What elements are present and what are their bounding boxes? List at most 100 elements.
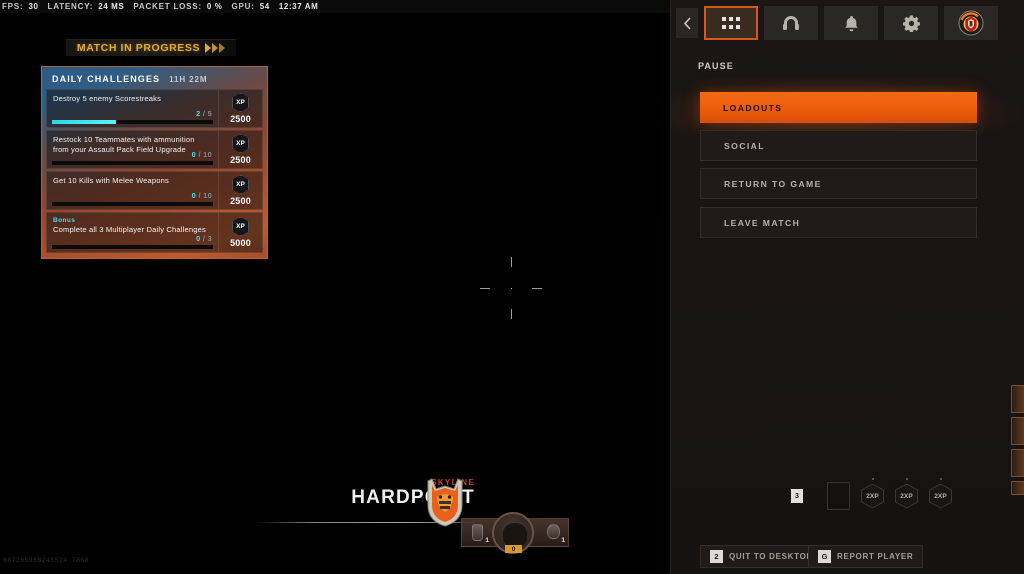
menu-item-return-to-game[interactable]: RETURN TO GAME: [700, 168, 977, 199]
empty-card-slot[interactable]: [827, 482, 850, 510]
challenge-body: Get 10 Kills with Melee Weapons 0 / 10: [47, 172, 218, 209]
token-label: 2XP: [934, 492, 947, 500]
challenge-description: Get 10 Kills with Melee Weapons: [53, 176, 169, 185]
xp-token-badge[interactable]: 2XP: [895, 477, 918, 509]
challenge-progress-count: 0 / 10: [192, 150, 212, 159]
grid-menu-icon: [722, 16, 740, 29]
nav-tab-notifications[interactable]: [824, 6, 878, 40]
back-button[interactable]: [676, 8, 698, 38]
lethal-count: 1: [561, 536, 565, 544]
tactical-equipment-slot: 1: [469, 523, 489, 544]
chevron-right-icon: [212, 43, 219, 53]
key-hint-label: G: [821, 552, 828, 561]
headset-icon: [783, 16, 799, 30]
match-in-progress-banner: MATCH IN PROGRESS: [66, 39, 236, 56]
challenge-progress-bar: [52, 245, 213, 249]
challenge-progress-current: 0: [191, 191, 197, 200]
challenge-progress-fill: [52, 120, 117, 124]
nav-tab-voice-chat[interactable]: [764, 6, 818, 40]
primary-equipment-icon: [503, 523, 527, 547]
pause-menu-panel: PAUSE LOADOUTS SOCIAL RETURN TO GAME LEA…: [670, 0, 1024, 574]
nav-tab-grid-menu[interactable]: [704, 6, 758, 40]
challenge-progress-separator: /: [202, 109, 206, 118]
edge-tab-handle[interactable]: [1011, 481, 1024, 495]
challenge-progress-separator: /: [198, 191, 201, 200]
challenge-progress-current: 2: [196, 109, 201, 118]
report-player-label: REPORT PLAYER: [837, 552, 914, 561]
challenge-progress-goal: 5: [207, 109, 212, 118]
daily-challenges-header: DAILY CHALLENGES 11H 22M: [46, 70, 263, 89]
crosshair-center-dot: [511, 288, 512, 289]
team-emblem-icon: [427, 478, 463, 527]
token-label: 2XP: [866, 492, 879, 500]
ammo-count-value: 0: [511, 545, 516, 553]
challenge-body: Restock 10 Teammates with ammunition fro…: [47, 131, 218, 168]
xp-badge-label: XP: [236, 223, 245, 230]
daily-challenges-title: DAILY CHALLENGES: [52, 74, 161, 84]
xp-badge-icon: XP: [232, 217, 249, 236]
nav-tab-clan-emblem[interactable]: [944, 6, 998, 40]
pause-section-label: PAUSE: [698, 61, 734, 71]
challenge-xp-value: 2500: [230, 114, 251, 124]
token-stack-count: 3: [795, 492, 799, 500]
chevron-right-icon: [219, 43, 226, 53]
menu-item-leave-match[interactable]: LEAVE MATCH: [700, 207, 977, 238]
edge-tab-handle[interactable]: [1011, 385, 1024, 413]
gear-icon: [902, 14, 920, 32]
xp-token-row: 3 2XP 2XP 2XP: [791, 477, 1011, 512]
menu-item-label: LEAVE MATCH: [724, 217, 801, 228]
tactical-grenade-icon: [471, 523, 483, 541]
key-hint-label: 2: [714, 552, 719, 561]
xp-badge-label: XP: [236, 140, 245, 147]
perf-stat-fps: FPS: 30: [2, 2, 39, 11]
perf-value-packet-loss: 0 %: [206, 2, 223, 11]
system-clock: 12:37 AM: [278, 2, 319, 11]
challenge-progress-separator: /: [198, 150, 201, 159]
challenge-row-bonus: Bonus Complete all 3 Multiplayer Daily C…: [46, 212, 263, 253]
bell-icon: [844, 15, 858, 31]
challenge-progress-goal: 10: [203, 191, 212, 200]
chevron-right-icon-group: [205, 43, 226, 53]
challenge-row: Restock 10 Teammates with ammunition fro…: [46, 130, 263, 169]
perf-stat-latency: LATENCY: 24 MS: [48, 2, 125, 11]
challenge-progress-count: 0 / 3: [196, 234, 212, 243]
menu-item-label: RETURN TO GAME: [724, 178, 822, 189]
lethal-equipment-slot: 1: [545, 523, 565, 544]
quit-to-desktop-label: QUIT TO DESKTOP: [729, 552, 813, 561]
perf-label-latency: LATENCY:: [47, 2, 94, 11]
quit-to-desktop-button[interactable]: 2 QUIT TO DESKTOP: [700, 545, 823, 568]
challenge-progress-count: 0 / 10: [192, 191, 212, 200]
xp-token-badge[interactable]: 2XP: [929, 477, 952, 509]
edge-tab-handle[interactable]: [1011, 417, 1024, 445]
xp-token-badge[interactable]: 2XP: [861, 477, 884, 509]
crosshair-left-tick: [480, 288, 490, 289]
report-player-button[interactable]: G REPORT PLAYER: [808, 545, 924, 568]
challenge-description: Complete all 3 Multiplayer Daily Challen…: [53, 225, 206, 234]
crosshair-bottom-tick: [511, 309, 512, 319]
nav-tab-settings[interactable]: [884, 6, 938, 40]
tactical-count: 1: [485, 536, 489, 544]
crosshair-top-tick: [511, 257, 512, 267]
xp-badge-icon: XP: [232, 93, 249, 112]
challenge-progress-bar: [52, 120, 213, 124]
crosshair-right-tick: [532, 288, 542, 289]
token-indicator-dot: [939, 477, 942, 480]
token-indicator-dot: [905, 477, 908, 480]
menu-item-social[interactable]: SOCIAL: [700, 130, 977, 161]
key-hint-badge: 2: [710, 550, 723, 563]
token-stack-count-badge: 3: [791, 489, 803, 503]
challenge-row: Destroy 5 enemy Scorestreaks 2 / 5 XP 25…: [46, 89, 263, 128]
challenge-reward: XP 2500: [218, 131, 262, 168]
menu-item-loadouts[interactable]: LOADOUTS: [700, 92, 977, 123]
challenge-reward: XP 5000: [218, 213, 262, 252]
xp-badge-label: XP: [236, 181, 245, 188]
challenge-description: Destroy 5 enemy Scorestreaks: [53, 94, 162, 103]
challenge-body: Bonus Complete all 3 Multiplayer Daily C…: [47, 213, 218, 252]
back-arrow-icon: [683, 16, 691, 30]
performance-overlay-bar: FPS: 30 LATENCY: 24 MS PACKET LOSS: 0 % …: [0, 0, 670, 13]
ammo-counter: 0: [505, 545, 522, 553]
game-screen: FPS: 30 LATENCY: 24 MS PACKET LOSS: 0 % …: [0, 0, 1024, 574]
challenge-progress-count: 2 / 5: [196, 109, 212, 118]
edge-tab-handle[interactable]: [1011, 449, 1024, 477]
daily-challenges-panel: DAILY CHALLENGES 11H 22M Destroy 5 enemy…: [41, 66, 268, 259]
